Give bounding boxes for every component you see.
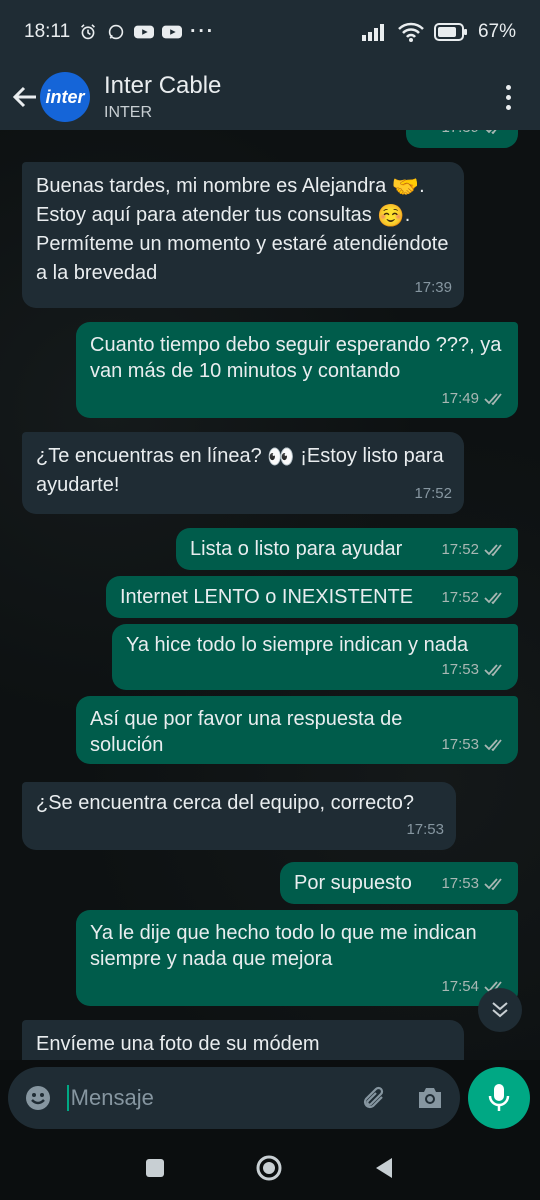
message-time: 17:53 xyxy=(441,736,479,753)
message-time: 17:39 xyxy=(441,130,479,142)
message-time: 17:52 xyxy=(441,541,479,558)
message-time: 17:53 xyxy=(441,661,479,678)
back-nav-button[interactable] xyxy=(372,1156,396,1180)
wifi-icon xyxy=(398,22,424,42)
back-button[interactable] xyxy=(8,77,42,117)
paperclip-icon xyxy=(363,1086,384,1109)
message-text: Así que por favor una respuesta de soluc… xyxy=(90,708,403,756)
chat-header: inter Inter Cable INTER xyxy=(0,64,540,130)
message-text: ¿Se encuentra cerca del equipo, correcto… xyxy=(36,792,414,814)
message-text: Cuanto tiempo debo seguir esperando ???,… xyxy=(90,334,502,382)
handshake-emoji: 🤝 xyxy=(391,174,420,200)
microphone-icon xyxy=(488,1084,510,1111)
message-input-container xyxy=(8,1067,460,1129)
message-time: 17:53 xyxy=(441,875,479,892)
double-check-icon xyxy=(484,591,502,604)
message-time: 17:52 xyxy=(414,485,452,502)
chat-subtitle: INTER xyxy=(104,104,152,121)
emoji-button[interactable] xyxy=(22,1078,55,1118)
message-time: 17:54 xyxy=(441,978,479,995)
chat-area[interactable]: 17:39 Buenas tardes, mi nombre es Alejan… xyxy=(0,130,540,1060)
battery-percent: 67% xyxy=(477,21,516,42)
whatsapp-icon xyxy=(108,24,124,40)
double-check-icon xyxy=(484,543,502,556)
message-bubble-out[interactable]: Ya hice todo lo siempre indican y nada 1… xyxy=(112,624,518,690)
smiling-emoji: ☺️ xyxy=(377,203,405,229)
status-time: 18:11 xyxy=(24,21,71,42)
message-bubble-in[interactable]: ¿Te encuentras en línea? 👀 ¡Estoy listo … xyxy=(22,432,464,514)
message-time: 17:49 xyxy=(441,390,479,407)
message-bubble-out[interactable]: Ya le dije que hecho todo lo que me indi… xyxy=(76,910,518,1006)
scroll-down-button[interactable] xyxy=(478,988,522,1032)
home-button[interactable] xyxy=(254,1153,284,1183)
message-time: 17:53 xyxy=(406,821,444,838)
message-bubble-out[interactable]: Cuanto tiempo debo seguir esperando ???,… xyxy=(76,322,518,418)
youtube-icon xyxy=(162,25,183,39)
double-check-icon xyxy=(484,877,502,890)
message-text: ¿Te encuentras en línea? xyxy=(36,445,268,467)
message-text: Ya le dije que hecho todo lo que me indi… xyxy=(90,922,477,970)
input-bar xyxy=(0,1060,540,1136)
avatar-logo-text: inter xyxy=(45,86,85,107)
battery-icon xyxy=(433,23,467,41)
message-bubble-out[interactable]: Por supuesto 17:53 xyxy=(280,862,518,904)
message-bubble-out[interactable]: Así que por favor una respuesta de soluc… xyxy=(76,696,518,764)
camera-button[interactable] xyxy=(413,1078,446,1118)
double-check-icon xyxy=(484,393,502,405)
message-text: Buenas tardes, mi nombre es Alejandra xyxy=(36,175,392,197)
message-bubble-in[interactable]: Envíeme una foto de su módem xyxy=(22,1020,464,1060)
more-notifications-icon: ··· xyxy=(190,21,216,42)
recents-button[interactable] xyxy=(144,1157,166,1179)
signal-icon xyxy=(361,24,384,41)
message-input[interactable] xyxy=(66,1085,359,1111)
more-options-icon[interactable] xyxy=(498,77,518,117)
arrow-left-icon xyxy=(12,86,36,108)
message-bubble-in[interactable]: ¿Se encuentra cerca del equipo, correcto… xyxy=(22,782,456,850)
double-check-icon xyxy=(484,739,502,751)
double-check-icon xyxy=(486,130,497,134)
alarm-icon xyxy=(81,24,96,40)
contact-info[interactable]: Inter Cable INTER xyxy=(104,72,221,122)
message-time: 17:39 xyxy=(414,279,452,296)
mic-button[interactable] xyxy=(468,1067,530,1129)
camera-icon xyxy=(418,1088,441,1108)
double-chevron-down-icon xyxy=(492,1002,508,1018)
avatar[interactable]: inter xyxy=(40,72,90,122)
emoji-icon xyxy=(26,1086,51,1110)
attach-button[interactable] xyxy=(359,1078,392,1118)
message-bubble-out[interactable]: Lista o listo para ayudar 17:52 xyxy=(176,528,518,570)
message-text: Envíeme una foto de su módem xyxy=(36,1033,320,1055)
message-time: 17:52 xyxy=(441,589,479,606)
chat-title: Inter Cable xyxy=(104,72,222,99)
eyes-emoji: 👀 xyxy=(267,444,295,470)
double-check-icon xyxy=(484,663,502,676)
status-bar: 18:11 ··· 67% xyxy=(0,0,540,64)
system-nav-bar xyxy=(0,1136,540,1200)
message-bubble-out[interactable]: Internet LENTO o INEXISTENTE 17:52 xyxy=(106,576,518,618)
message-bubble-out[interactable]: 17:39 xyxy=(406,130,518,148)
youtube-icon xyxy=(134,25,155,39)
message-bubble-in[interactable]: Buenas tardes, mi nombre es Alejandra 🤝.… xyxy=(22,162,464,308)
